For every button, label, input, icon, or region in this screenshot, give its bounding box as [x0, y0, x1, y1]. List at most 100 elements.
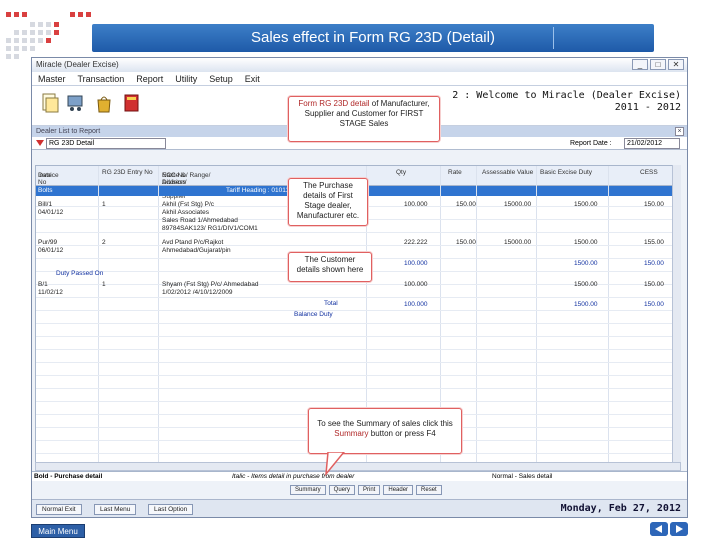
- close-button[interactable]: ✕: [668, 59, 684, 70]
- horizontal-scrollbar[interactable]: [35, 462, 681, 471]
- document-icon[interactable]: [40, 92, 60, 114]
- slide-title: Sales effect in Form RG 23D (Detail): [92, 24, 654, 52]
- table-cell: 150.00: [644, 260, 664, 267]
- menu-bar: Master Transaction Report Utility Setup …: [32, 72, 687, 86]
- slide: Sales effect in Form RG 23D (Detail) Mir…: [0, 0, 720, 540]
- right-arrow-icon[interactable]: [670, 522, 688, 536]
- decorative-dot: [6, 54, 11, 59]
- col-qty[interactable]: Qty: [396, 169, 406, 176]
- decorative-dot: [38, 30, 43, 35]
- decorative-dot: [22, 12, 27, 17]
- menu-setup[interactable]: Setup: [203, 72, 239, 85]
- minimize-button[interactable]: _: [632, 59, 648, 70]
- header-button[interactable]: Header: [383, 485, 414, 495]
- col-assessable-value[interactable]: Assessable Value: [482, 169, 533, 176]
- window-titlebar: Miracle (Dealer Excise) _ □ ✕: [32, 58, 687, 72]
- menu-utility[interactable]: Utility: [169, 72, 203, 85]
- grid-row-line: [36, 362, 680, 363]
- last-menu-button[interactable]: Last Menu: [94, 504, 137, 515]
- decorative-dot: [78, 12, 83, 17]
- welcome-text: 2 : Welcome to Miracle (Dealer Excise) 2…: [452, 90, 681, 114]
- decorative-dot: [14, 30, 19, 35]
- decorative-dot: [86, 12, 91, 17]
- report-type-select[interactable]: RG 23D Detail: [46, 138, 166, 149]
- query-button[interactable]: Query: [328, 485, 356, 495]
- balance-duty-label: Balance Duty: [294, 311, 333, 318]
- table-row[interactable]: 11/02/12 1/02/2012 /4/10/12/2009: [36, 288, 680, 298]
- decorative-dot: [30, 30, 35, 35]
- table-cell: 100.000: [404, 301, 428, 308]
- fiscal-year: 2011 - 2012: [614, 102, 681, 113]
- item-name: Bolts: [38, 187, 53, 194]
- col-rg23d-entry[interactable]: RG 23D Entry No: [102, 169, 153, 176]
- decorative-dot: [14, 46, 19, 51]
- slide-title-text: Sales effect in Form RG 23D (Detail): [251, 29, 495, 46]
- decorative-dot: [22, 30, 27, 35]
- decorative-dot: [30, 22, 35, 27]
- duty-passed-label: Duty Passed On: [56, 270, 104, 277]
- decorative-dot: [54, 30, 59, 35]
- table-cell: 100.000: [404, 260, 428, 267]
- bag-icon[interactable]: [94, 92, 114, 114]
- dropdown-arrow-icon[interactable]: [36, 140, 44, 146]
- legend-normal: Normal - Sales detail: [492, 473, 553, 480]
- reset-button[interactable]: Reset: [416, 485, 442, 495]
- table-cell: 1500.00: [574, 260, 598, 267]
- callout-rg23d-detail: Form RG 23D detail of Manufacturer, Supp…: [288, 96, 440, 142]
- decorative-dot: [46, 22, 51, 27]
- total-label: Total: [324, 300, 338, 307]
- report-date-input[interactable]: 21/02/2012: [624, 138, 680, 149]
- table-cell: 89784SAK123/ RG1/DIV1/COM1: [162, 225, 258, 232]
- grid-row-line: [36, 336, 680, 337]
- callout-summary: To see the Summary of sales click this S…: [308, 408, 462, 454]
- decorative-dot: [14, 54, 19, 59]
- callout-text: button or press F4: [368, 429, 436, 438]
- summary-button[interactable]: Summary: [290, 485, 326, 495]
- decorative-dot: [22, 46, 27, 51]
- decorative-dot: [14, 38, 19, 43]
- maximize-button[interactable]: □: [650, 59, 666, 70]
- grid-row-line: [36, 323, 680, 324]
- legend-bar: Bold - Purchase detail Italic - Items de…: [32, 471, 687, 481]
- menu-exit[interactable]: Exit: [239, 72, 266, 85]
- menu-master[interactable]: Master: [32, 72, 72, 85]
- cart-icon[interactable]: [66, 92, 86, 114]
- legend-bold: Bold - Purchase detail: [34, 473, 103, 480]
- subwindow-close-button[interactable]: ×: [675, 127, 684, 136]
- last-option-button[interactable]: Last Option: [148, 504, 194, 515]
- table-cell: 1500.00: [574, 301, 598, 308]
- window-title: Miracle (Dealer Excise): [36, 60, 119, 69]
- callout-customer-details: The Customer details shown here: [288, 252, 372, 282]
- normal-exit-button[interactable]: Normal Exit: [36, 504, 82, 515]
- col-cess[interactable]: CESS: [640, 169, 658, 176]
- col-basic-excise-duty[interactable]: Basic Excise Duty: [540, 169, 592, 176]
- table-row[interactable]: 100.000 1500.00 150.00: [36, 300, 680, 310]
- decorative-dot: [14, 12, 19, 17]
- table-cell: 11/02/12: [38, 289, 63, 296]
- current-date: Monday, Feb 27, 2012: [560, 503, 681, 514]
- welcome-line: 2 : Welcome to Miracle (Dealer Excise): [452, 90, 681, 101]
- callout-emphasis: Summary: [334, 429, 369, 438]
- callout-text: The Customer details shown here: [296, 255, 364, 274]
- grid-row-line: [36, 388, 680, 389]
- decorative-dot: [38, 38, 43, 43]
- grid-row-line: [36, 349, 680, 350]
- main-menu-button[interactable]: Main Menu: [31, 524, 85, 538]
- grid-row-line: [36, 310, 680, 311]
- decorative-dot: [54, 22, 59, 27]
- decorative-dot: [46, 38, 51, 43]
- left-arrow-icon[interactable]: [650, 522, 668, 536]
- table-cell: Ahmedabad/Gujarat/pin: [162, 247, 231, 254]
- menu-transaction[interactable]: Transaction: [72, 72, 131, 85]
- table-cell: 150.00: [644, 301, 664, 308]
- book-icon[interactable]: [122, 92, 142, 114]
- menu-report[interactable]: Report: [130, 72, 169, 85]
- vertical-scrollbar[interactable]: [672, 165, 681, 463]
- grid-row-line: [36, 375, 680, 376]
- decorative-dot: [6, 12, 11, 17]
- decorative-dot: [22, 38, 27, 43]
- col-rate[interactable]: Rate: [448, 169, 462, 176]
- decorative-dot: [30, 38, 35, 43]
- report-date-label: Report Date :: [570, 140, 612, 147]
- print-button[interactable]: Print: [358, 485, 381, 495]
